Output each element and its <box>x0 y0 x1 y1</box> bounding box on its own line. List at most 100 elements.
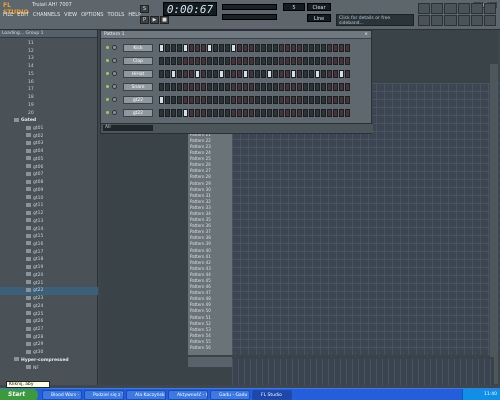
step-button[interactable] <box>237 70 242 78</box>
step-button[interactable] <box>285 57 290 65</box>
step-button[interactable] <box>315 96 320 104</box>
step-button[interactable] <box>177 57 182 65</box>
menu-item-file[interactable]: FILE <box>3 12 13 20</box>
step-button[interactable] <box>249 70 254 78</box>
step-button[interactable] <box>327 83 332 91</box>
step-button[interactable] <box>321 57 326 65</box>
close-icon[interactable]: × <box>364 32 368 37</box>
step-button[interactable] <box>231 109 236 117</box>
browser-file[interactable]: NF <box>0 365 98 373</box>
step-button[interactable] <box>165 109 170 117</box>
browser-file[interactable]: gt02 <box>0 133 98 141</box>
step-button[interactable] <box>309 109 314 117</box>
browser-file[interactable]: 14 <box>0 63 98 71</box>
step-button[interactable] <box>339 83 344 91</box>
step-button[interactable] <box>213 96 218 104</box>
step-button[interactable] <box>345 96 350 104</box>
menu-item-edit[interactable]: EDIT <box>17 12 29 20</box>
step-button[interactable] <box>225 57 230 65</box>
channel-volume-knob[interactable] <box>112 58 117 63</box>
step-button[interactable] <box>339 96 344 104</box>
window-shortcut-icon[interactable] <box>431 15 444 26</box>
window-shortcut-icon[interactable] <box>470 3 483 14</box>
step-button[interactable] <box>267 70 272 78</box>
step-button[interactable] <box>195 57 200 65</box>
browser-file[interactable]: gt08 <box>0 179 98 187</box>
step-button[interactable] <box>219 44 224 52</box>
step-button[interactable] <box>171 83 176 91</box>
pattern-number-display[interactable]: 5 <box>283 3 305 11</box>
step-button[interactable] <box>327 44 332 52</box>
window-shortcut-icon[interactable] <box>470 15 483 26</box>
step-button[interactable] <box>231 70 236 78</box>
step-button[interactable] <box>249 44 254 52</box>
browser-file[interactable]: gt25 <box>0 311 98 319</box>
tool-selector[interactable]: Line <box>307 14 331 22</box>
taskbar-task-button[interactable]: Blood Wars - Mozilla... <box>42 390 82 400</box>
step-button[interactable] <box>261 57 266 65</box>
step-button[interactable] <box>291 96 296 104</box>
step-button[interactable] <box>279 70 284 78</box>
step-button[interactable] <box>339 70 344 78</box>
step-button[interactable] <box>327 96 332 104</box>
browser-file[interactable]: gt17 <box>0 249 98 257</box>
step-button[interactable] <box>213 44 218 52</box>
step-button[interactable] <box>339 44 344 52</box>
playlist-pattern-label[interactable]: Pattern 56 <box>188 345 232 351</box>
step-button[interactable] <box>273 83 278 91</box>
step-button[interactable] <box>213 83 218 91</box>
channel-mute-led[interactable] <box>106 85 109 88</box>
browser-file[interactable]: gt05 <box>0 156 98 164</box>
step-button[interactable] <box>207 96 212 104</box>
browser-file[interactable]: gt20 <box>0 272 98 280</box>
step-button[interactable] <box>285 44 290 52</box>
step-button[interactable] <box>321 109 326 117</box>
play-button[interactable]: ▶ <box>150 16 159 24</box>
step-button[interactable] <box>273 96 278 104</box>
window-shortcut-icon[interactable] <box>444 3 457 14</box>
step-button[interactable] <box>273 57 278 65</box>
step-button[interactable] <box>255 57 260 65</box>
step-button[interactable] <box>279 44 284 52</box>
step-button[interactable] <box>267 57 272 65</box>
window-shortcut-icon[interactable] <box>444 15 457 26</box>
step-button[interactable] <box>225 96 230 104</box>
step-button[interactable] <box>267 44 272 52</box>
step-button[interactable] <box>309 57 314 65</box>
menu-item-tools[interactable]: TOOLS <box>107 12 124 20</box>
browser-file[interactable]: gt13 <box>0 218 98 226</box>
step-button[interactable] <box>171 96 176 104</box>
step-button[interactable] <box>309 83 314 91</box>
browser-file[interactable]: 15 <box>0 71 98 79</box>
step-button[interactable] <box>243 109 248 117</box>
step-button[interactable] <box>165 57 170 65</box>
step-button[interactable] <box>285 96 290 104</box>
step-button[interactable] <box>321 44 326 52</box>
step-button[interactable] <box>297 70 302 78</box>
step-button[interactable] <box>261 83 266 91</box>
step-button[interactable] <box>201 44 206 52</box>
channel-name-button[interactable]: Clap <box>123 57 153 65</box>
step-button[interactable] <box>207 83 212 91</box>
step-button[interactable] <box>231 44 236 52</box>
step-button[interactable] <box>201 57 206 65</box>
step-button[interactable] <box>321 70 326 78</box>
step-button[interactable] <box>249 57 254 65</box>
browser-file[interactable]: gt06 <box>0 164 98 172</box>
step-button[interactable] <box>189 70 194 78</box>
channel-volume-knob[interactable] <box>112 110 117 115</box>
step-button[interactable] <box>165 70 170 78</box>
step-button[interactable] <box>309 44 314 52</box>
channel-filter[interactable]: All <box>103 125 153 131</box>
step-button[interactable] <box>177 70 182 78</box>
step-button[interactable] <box>249 109 254 117</box>
step-button[interactable] <box>267 109 272 117</box>
step-button[interactable] <box>207 57 212 65</box>
step-button[interactable] <box>279 109 284 117</box>
step-button[interactable] <box>189 44 194 52</box>
step-button[interactable] <box>177 109 182 117</box>
step-button[interactable] <box>333 83 338 91</box>
step-button[interactable] <box>237 96 242 104</box>
step-button[interactable] <box>291 83 296 91</box>
channel-name-button[interactable]: HiHat <box>123 70 153 78</box>
